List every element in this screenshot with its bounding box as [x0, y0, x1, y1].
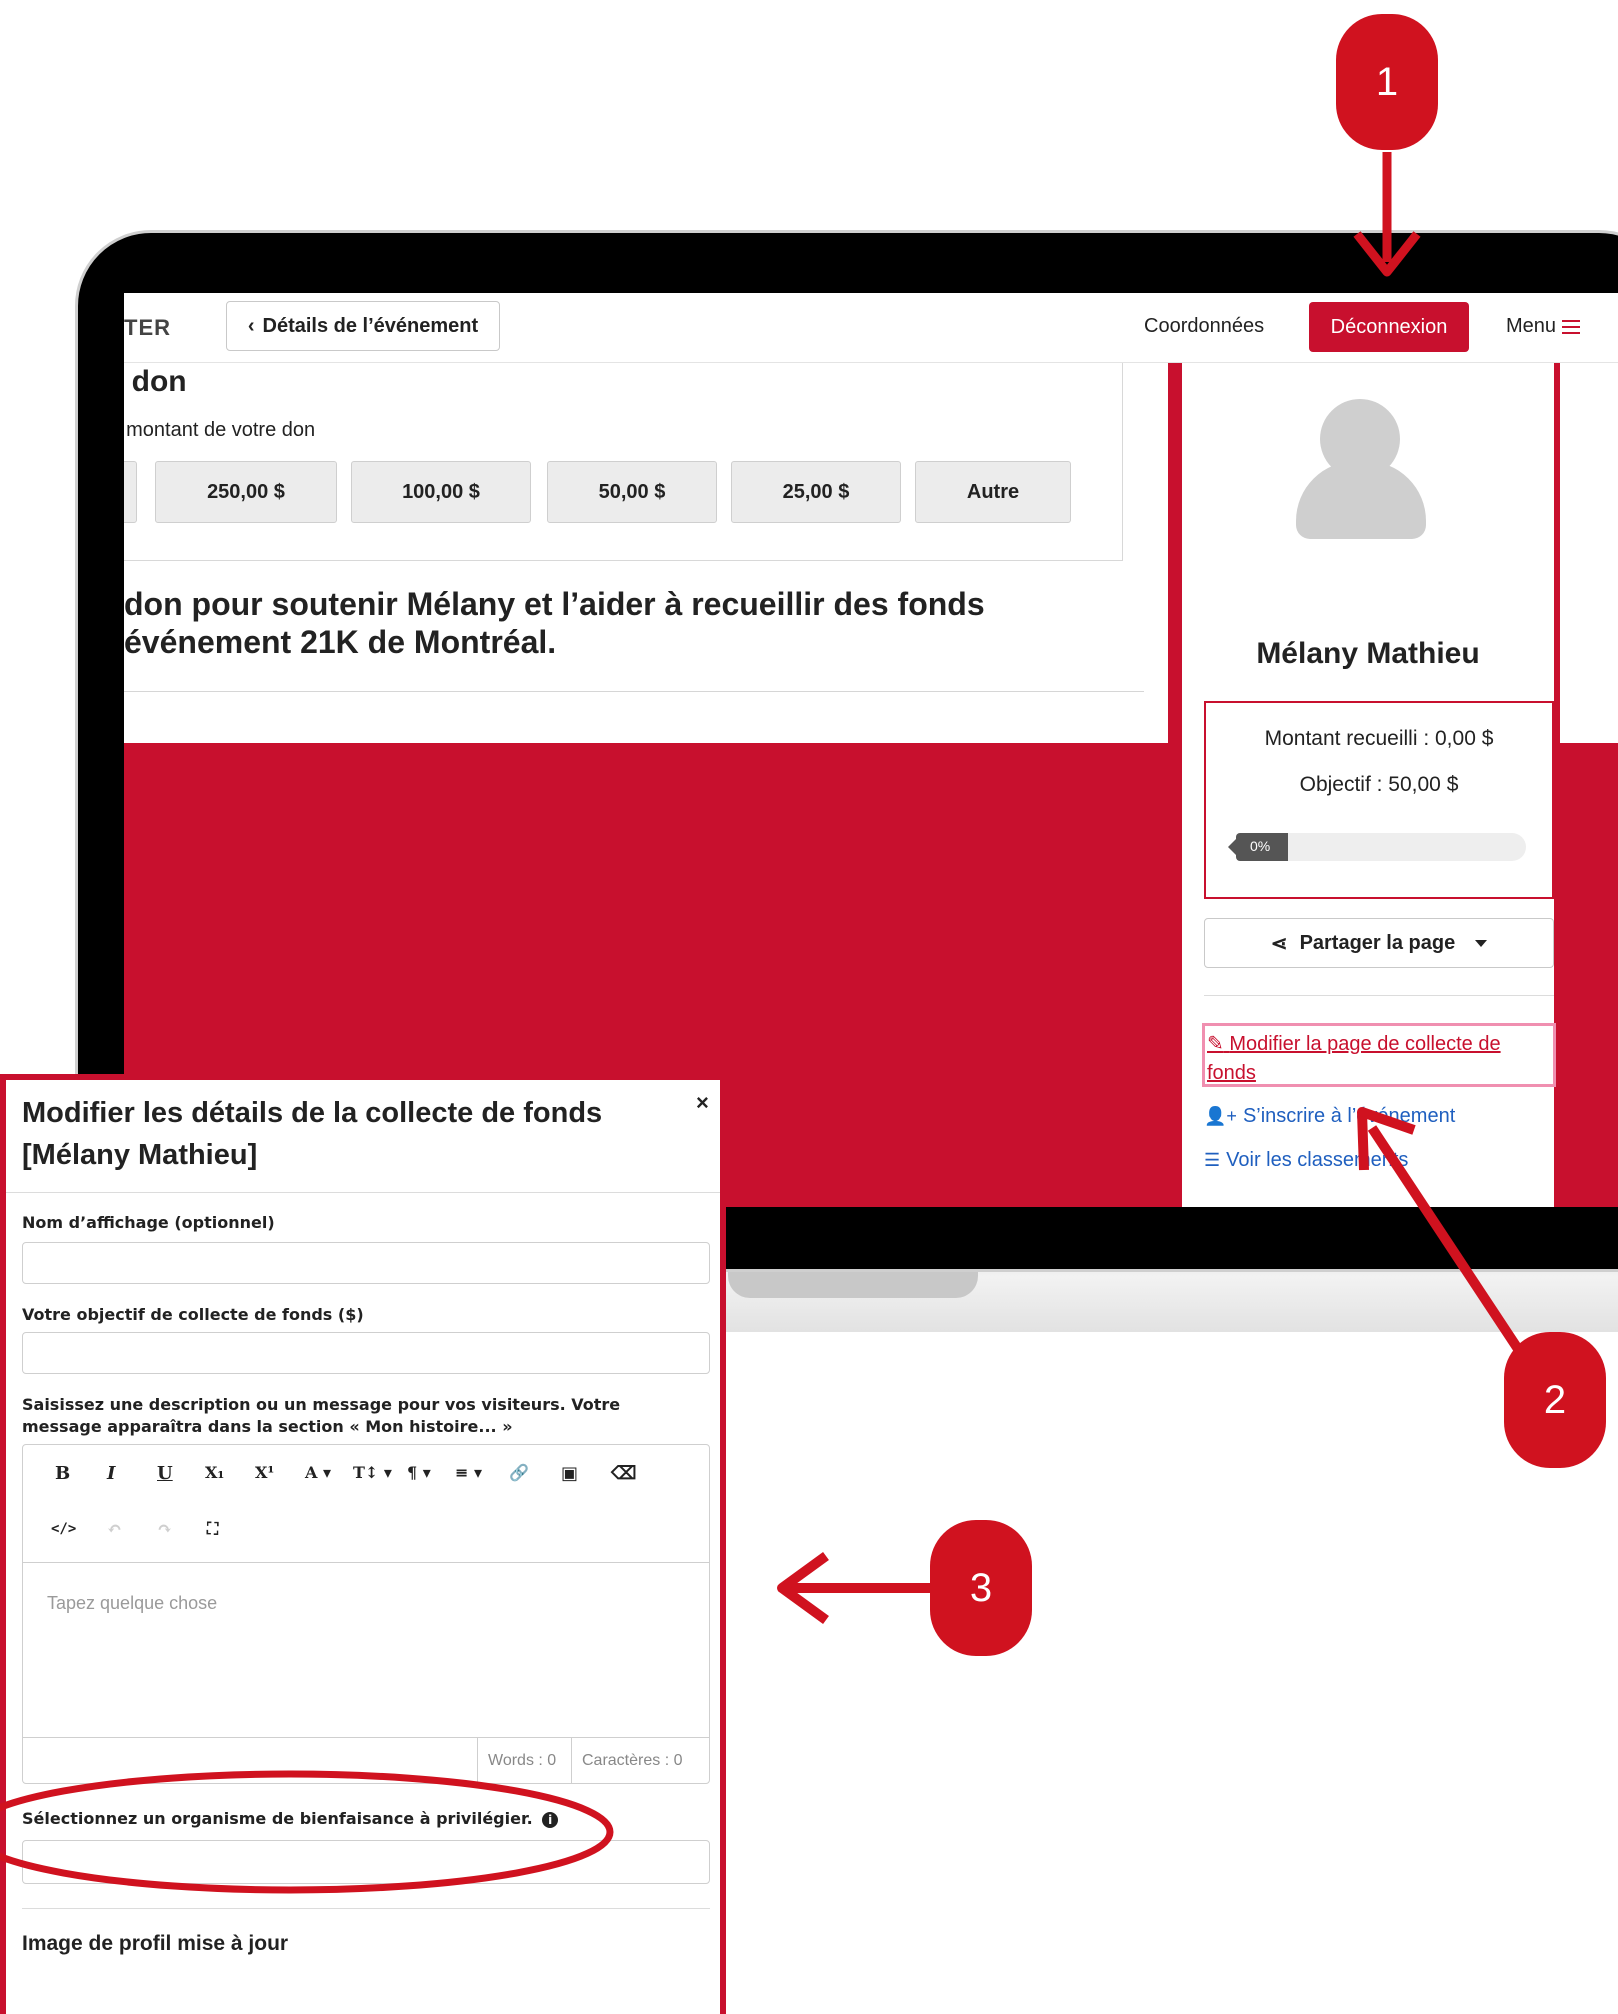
donation-title: n don [124, 365, 187, 398]
edit-link-label: Modifier la page de collecte de fonds [1207, 1033, 1501, 1084]
modal-title: Modifier les détails de la collecte de f… [22, 1097, 603, 1171]
goal-label: Votre objectif de collecte de fonds ($) [22, 1305, 364, 1324]
pencil-icon: ✎ [1207, 1033, 1224, 1055]
step-1-badge: 1 [1336, 14, 1438, 150]
amount-button-250[interactable]: 250,00 $ [155, 461, 337, 523]
progress-bar: 0% [1228, 833, 1526, 861]
close-icon[interactable]: × [696, 1090, 709, 1116]
support-message: don pour soutenir Mélany et l’aider à re… [124, 585, 1154, 661]
underline-button[interactable]: U [157, 1463, 173, 1484]
modal-header-divider [6, 1192, 720, 1193]
goal-input[interactable] [22, 1332, 710, 1374]
fundraising-stats: Montant recueilli : 0,00 $ Objectif : 50… [1204, 701, 1554, 899]
progress-label: 0% [1250, 838, 1271, 854]
bold-button[interactable]: B [55, 1463, 70, 1484]
modal-section-divider [22, 1908, 710, 1909]
support-message-line1: don pour soutenir Mélany et l’aider à re… [124, 586, 985, 622]
editor-footer: Words : 0 Caractères : 0 [23, 1737, 709, 1784]
undo-icon[interactable]: ↶ [107, 1519, 122, 1540]
add-user-icon: 👤+ [1204, 1106, 1237, 1126]
step-2-badge: 2 [1504, 1332, 1606, 1468]
amount-label: le montant de votre don [124, 419, 316, 441]
eraser-icon[interactable]: ⌫ [611, 1463, 636, 1484]
display-name-label: Nom d’affichage (optionnel) [22, 1213, 275, 1232]
caret-down-icon [1475, 939, 1488, 947]
amount-raised: Montant recueilli : 0,00 $ [1264, 727, 1494, 750]
code-view-button[interactable]: </> [51, 1521, 76, 1537]
progress-fill: 0% [1228, 833, 1288, 861]
align-button[interactable]: ≡ ▾ [455, 1463, 482, 1482]
editor-textarea[interactable]: Tapez quelque chose [47, 1593, 217, 1614]
menu-label: Menu [1506, 315, 1557, 337]
italic-button[interactable]: I [107, 1463, 115, 1484]
contact-link[interactable]: Coordonnées [1144, 315, 1264, 338]
laptop-notch [728, 1268, 978, 1298]
rich-text-editor: B I U X₁ X¹ A ▾ T↕ ▾ ¶ ▾ ≡ ▾ 🔗 ▣ ⌫ </> ↶… [22, 1444, 710, 1784]
charity-label: Sélectionnez un organisme de bienfaisanc… [22, 1808, 702, 1830]
fundraiser-sidebar: Mélany Mathieu Montant recueilli : 0,00 … [1168, 363, 1560, 1207]
event-details-button[interactable]: ‹ Détails de l’événement [226, 301, 500, 351]
list-icon: ☰ [1204, 1150, 1221, 1170]
register-event-link[interactable]: 👤+ S’inscrire à l’événement [1204, 1105, 1455, 1128]
content-divider [124, 691, 1144, 692]
top-navigation: TER ‹ Détails de l’événement Coordonnées… [124, 293, 1618, 363]
chevron-left-icon: ‹ [247, 314, 255, 337]
view-rankings-link[interactable]: ☰ Voir les classements [1204, 1149, 1408, 1172]
charity-label-text: Sélectionnez un organisme de bienfaisanc… [22, 1809, 533, 1828]
share-page-button[interactable]: ⋖ Partager la page [1204, 918, 1554, 968]
info-icon[interactable]: i [542, 1811, 559, 1828]
menu-button[interactable]: Menu [1506, 315, 1581, 338]
paragraph-button[interactable]: ¶ ▾ [407, 1463, 431, 1482]
link-icon[interactable]: 🔗 [509, 1463, 529, 1482]
redo-icon[interactable]: ↷ [157, 1519, 172, 1540]
amount-button-partial[interactable]: $ [124, 461, 137, 523]
display-name-input[interactable] [22, 1242, 710, 1284]
amount-button-100[interactable]: 100,00 $ [351, 461, 531, 523]
avatar [1296, 399, 1426, 539]
fullscreen-icon[interactable]: ⛶ [207, 1519, 218, 1539]
rankings-link-label: Voir les classements [1226, 1149, 1409, 1171]
brand-logo-text: TER [124, 315, 171, 340]
profile-image-heading: Image de profil mise à jour [22, 1932, 289, 1955]
participant-name: Mélany Mathieu [1256, 637, 1480, 670]
register-link-label: S’inscrire à l’événement [1242, 1105, 1456, 1127]
donation-panel: n don le montant de votre don $ 250,00 $… [124, 363, 1164, 743]
support-message-line2: événement 21K de Montréal. [124, 624, 557, 660]
superscript-button[interactable]: X¹ [255, 1463, 274, 1482]
word-counter: Words : 0 [477, 1738, 566, 1784]
hamburger-icon [1562, 319, 1581, 334]
step-3-badge: 3 [930, 1520, 1032, 1656]
fundraising-goal: Objectif : 50,00 $ [1299, 773, 1459, 796]
edit-fundraiser-modal: Modifier les détails de la collecte de f… [0, 1074, 726, 2014]
logout-button[interactable]: Déconnexion [1309, 302, 1469, 352]
image-icon[interactable]: ▣ [561, 1463, 578, 1484]
font-size-button[interactable]: T↕ ▾ [353, 1463, 392, 1482]
share-label: Partager la page [1299, 931, 1456, 954]
font-color-button[interactable]: A ▾ [305, 1463, 331, 1482]
edit-link-highlight: ✎ Modifier la page de collecte de fonds [1202, 1023, 1556, 1087]
laptop-screen: n don le montant de votre don $ 250,00 $… [124, 293, 1618, 1207]
amount-button-50[interactable]: 50,00 $ [547, 461, 717, 523]
donation-box: n don le montant de votre don $ 250,00 $… [124, 363, 1123, 561]
arrow-step3 [777, 1551, 944, 1625]
sidebar-divider [1204, 995, 1554, 996]
amount-button-25[interactable]: 25,00 $ [731, 461, 901, 523]
amount-button-other[interactable]: Autre [915, 461, 1071, 523]
character-counter: Caractères : 0 [571, 1738, 692, 1784]
subscript-button[interactable]: X₁ [205, 1463, 224, 1482]
progress-pointer [1228, 839, 1236, 855]
charity-select[interactable] [22, 1840, 710, 1884]
editor-toolbar: B I U X₁ X¹ A ▾ T↕ ▾ ¶ ▾ ≡ ▾ 🔗 ▣ ⌫ </> ↶… [23, 1445, 709, 1563]
avatar-body [1296, 461, 1426, 539]
description-label: Saisissez une description ou un message … [22, 1395, 621, 1436]
event-details-label: Détails de l’événement [262, 314, 479, 337]
share-icon: ⋖ [1270, 932, 1288, 955]
edit-fundraising-page-link[interactable]: ✎ Modifier la page de collecte de fonds [1207, 1030, 1547, 1088]
